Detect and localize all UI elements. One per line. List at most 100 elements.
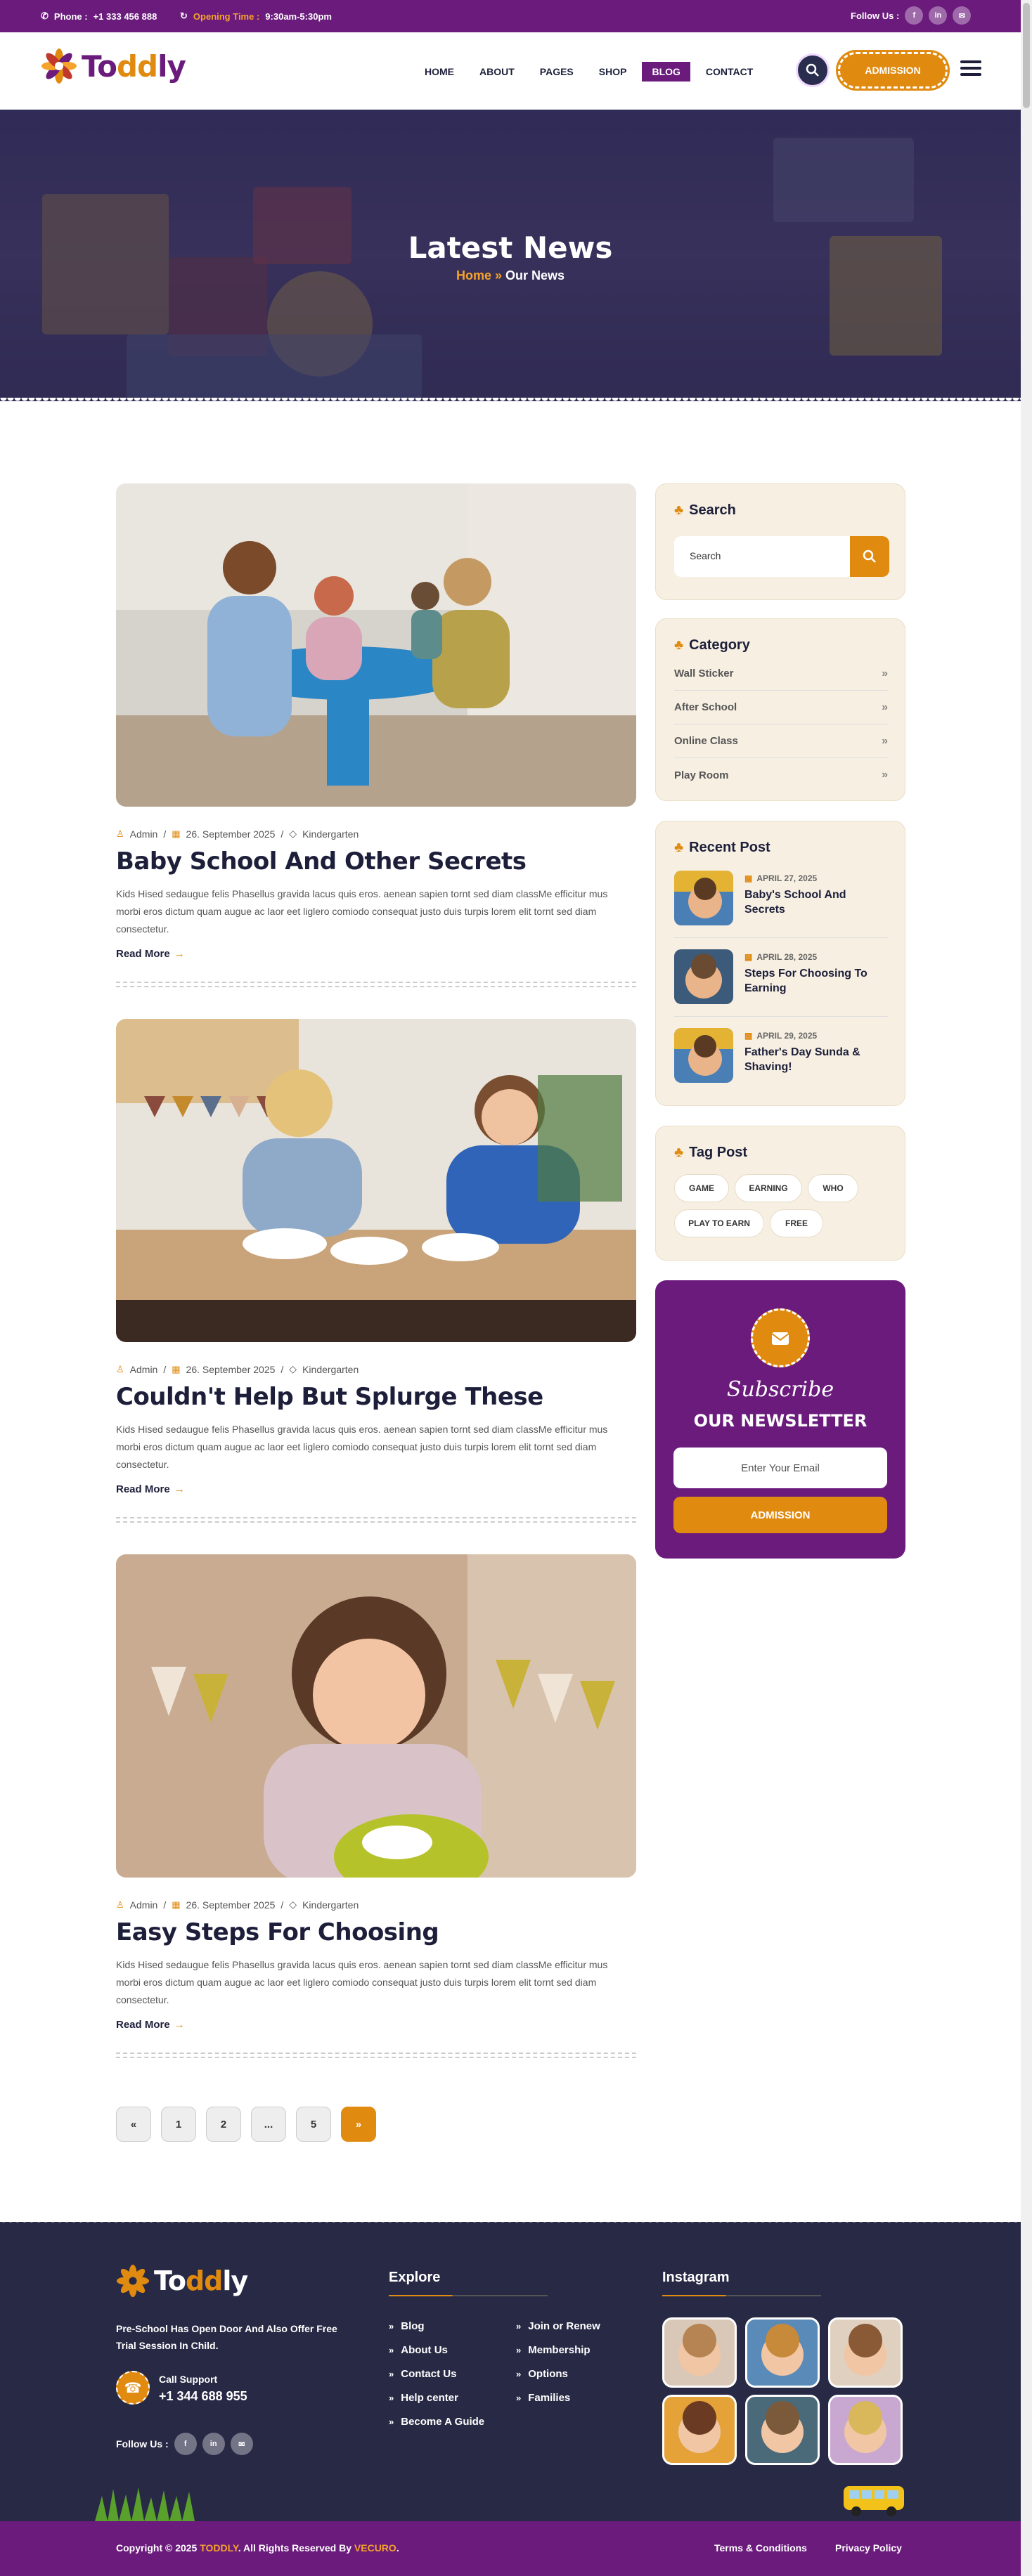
category-item[interactable]: Wall Sticker » bbox=[674, 657, 888, 691]
footer-logo[interactable]: Toddly bbox=[116, 2264, 248, 2298]
tag-icon: ◇ bbox=[289, 1899, 297, 1910]
recent-post-title[interactable]: Father's Day Sunda & Shaving! bbox=[744, 1045, 885, 1074]
terms-link[interactable]: Terms & Conditions bbox=[714, 2542, 807, 2554]
nav-shop[interactable]: SHOP bbox=[589, 62, 637, 82]
post-author[interactable]: Admin bbox=[130, 1364, 158, 1375]
linkedin-icon[interactable]: in bbox=[929, 6, 948, 25]
footer-link-blog[interactable]: » Blog bbox=[389, 2320, 425, 2332]
recent-post-item[interactable]: ▦ APRIL 27, 2025 Baby's School And Secret… bbox=[674, 871, 888, 938]
phone-label: Phone : bbox=[53, 11, 88, 22]
post-meta: ♙ Admin / ▦ 26. September 2025 / ◇ Kinde… bbox=[116, 1363, 359, 1375]
breadcrumb-home[interactable]: Home bbox=[456, 268, 491, 282]
page-scrollbar[interactable] bbox=[1021, 0, 1032, 2576]
calendar-icon: ▦ bbox=[744, 952, 753, 962]
facebook-icon[interactable]: f bbox=[174, 2433, 197, 2455]
footer-link-guide[interactable]: » Become A Guide bbox=[389, 2416, 484, 2428]
tag-game[interactable]: GAME bbox=[674, 1174, 729, 1202]
newsletter-submit-button[interactable]: ADMISSION bbox=[673, 1497, 887, 1533]
footer-link-contact[interactable]: » Contact Us bbox=[389, 2368, 456, 2380]
footer-link-families[interactable]: » Families bbox=[516, 2392, 570, 2404]
site-logo[interactable]: Toddly bbox=[41, 48, 186, 84]
scrollbar-thumb[interactable] bbox=[1023, 3, 1030, 108]
newsletter-email-input[interactable]: Enter Your Email bbox=[673, 1448, 887, 1488]
instagram-photo[interactable] bbox=[745, 2395, 820, 2465]
post-title[interactable]: Baby School And Other Secrets bbox=[116, 847, 527, 876]
copyright-brand[interactable]: TODDLY bbox=[200, 2542, 238, 2554]
nav-home[interactable]: HOME bbox=[415, 62, 464, 82]
privacy-link[interactable]: Privacy Policy bbox=[835, 2542, 902, 2554]
school-bus-decoration bbox=[844, 2486, 904, 2516]
sidebar-search-input[interactable]: Search bbox=[674, 536, 850, 577]
recent-post-title[interactable]: Steps For Choosing To Earning bbox=[744, 966, 885, 996]
footer-link-join[interactable]: » Join or Renew bbox=[516, 2320, 600, 2332]
page-2[interactable]: 2 bbox=[206, 2107, 241, 2142]
page-next[interactable]: » bbox=[341, 2107, 376, 2142]
menu-icon[interactable] bbox=[960, 60, 981, 77]
call-number[interactable]: +1 344 688 955 bbox=[159, 2389, 247, 2404]
nav-contact[interactable]: CONTACT bbox=[696, 62, 763, 82]
post-author[interactable]: Admin bbox=[130, 828, 158, 840]
grass-decoration bbox=[95, 2487, 195, 2521]
tag-play-to-earn[interactable]: PLAY TO EARN bbox=[674, 1209, 764, 1237]
instagram-photo[interactable] bbox=[828, 2317, 903, 2388]
mail-icon[interactable]: ✉ bbox=[230, 2433, 253, 2455]
page-prev[interactable]: « bbox=[116, 2107, 151, 2142]
logo-text-a: To bbox=[82, 48, 117, 84]
post-title[interactable]: Couldn't Help But Splurge These bbox=[116, 1383, 543, 1411]
category-item[interactable]: Play Room » bbox=[674, 758, 888, 792]
footer-link-about[interactable]: » About Us bbox=[389, 2344, 448, 2356]
main-nav: HOME ABOUT PAGES SHOP BLOG CONTACT bbox=[415, 62, 768, 82]
envelope-icon bbox=[771, 1332, 789, 1345]
read-more-link[interactable]: Read More → bbox=[116, 948, 185, 960]
category-item[interactable]: Online Class » bbox=[674, 724, 888, 758]
meta-separator: / bbox=[280, 1899, 284, 1911]
post-category[interactable]: Kindergarten bbox=[302, 1899, 359, 1911]
post-category[interactable]: Kindergarten bbox=[302, 828, 359, 840]
recent-post-item[interactable]: ▦ APRIL 28, 2025 Steps For Choosing To Ea… bbox=[674, 949, 888, 1017]
tag-free[interactable]: FREE bbox=[770, 1209, 823, 1237]
sidebar-search-button[interactable] bbox=[850, 536, 889, 577]
header-search-button[interactable] bbox=[796, 53, 830, 87]
thumb-photo bbox=[674, 1028, 733, 1083]
post-category[interactable]: Kindergarten bbox=[302, 1364, 359, 1375]
copyright-owner[interactable]: VECURO bbox=[354, 2542, 396, 2554]
widget-icon: ♣ bbox=[674, 840, 684, 855]
post-image[interactable] bbox=[116, 483, 636, 807]
recent-post-date: ▦ APRIL 28, 2025 bbox=[744, 952, 817, 962]
recent-post-title[interactable]: Baby's School And Secrets bbox=[744, 887, 885, 917]
instagram-photo[interactable] bbox=[662, 2317, 737, 2388]
post-image[interactable] bbox=[116, 1554, 636, 1878]
nav-pages[interactable]: PAGES bbox=[530, 62, 583, 82]
nav-about[interactable]: ABOUT bbox=[470, 62, 524, 82]
insta-image bbox=[761, 2401, 804, 2453]
tag-earning[interactable]: EARNING bbox=[735, 1174, 802, 1202]
footer-link-label: Help center bbox=[401, 2392, 458, 2404]
tag-who[interactable]: WHO bbox=[808, 1174, 858, 1202]
newsletter-icon-circle bbox=[751, 1308, 810, 1367]
admission-button[interactable]: ADMISSION bbox=[838, 52, 948, 89]
post-title[interactable]: Easy Steps For Choosing bbox=[116, 1918, 439, 1946]
read-more-link[interactable]: Read More → bbox=[116, 1483, 185, 1495]
post-author[interactable]: Admin bbox=[130, 1899, 158, 1911]
mail-icon[interactable]: ✉ bbox=[953, 6, 972, 25]
footer-link-options[interactable]: » Options bbox=[516, 2368, 568, 2380]
phone-number[interactable]: +1 333 456 888 bbox=[93, 11, 157, 22]
page-5[interactable]: 5 bbox=[296, 2107, 331, 2142]
footer-link-membership[interactable]: » Membership bbox=[516, 2344, 591, 2356]
read-more-link[interactable]: Read More → bbox=[116, 2019, 185, 2031]
footer-link-help[interactable]: » Help center bbox=[389, 2392, 458, 2404]
category-item[interactable]: After School » bbox=[674, 691, 888, 724]
instagram-photo[interactable] bbox=[828, 2395, 903, 2465]
facebook-icon[interactable]: f bbox=[905, 6, 924, 25]
calendar-icon: ▦ bbox=[172, 828, 181, 839]
page-1[interactable]: 1 bbox=[161, 2107, 196, 2142]
double-chevron-icon: » bbox=[882, 701, 888, 713]
linkedin-icon[interactable]: in bbox=[202, 2433, 225, 2455]
nav-blog[interactable]: BLOG bbox=[642, 62, 690, 82]
recent-post-item[interactable]: ▦ APRIL 29, 2025 Father's Day Sunda & Sha… bbox=[674, 1028, 888, 1095]
instagram-photo[interactable] bbox=[745, 2317, 820, 2388]
post-image[interactable] bbox=[116, 1019, 636, 1342]
instagram-photo[interactable] bbox=[662, 2395, 737, 2465]
tag-icon: ◇ bbox=[289, 828, 297, 839]
read-more-label: Read More bbox=[116, 1483, 170, 1495]
